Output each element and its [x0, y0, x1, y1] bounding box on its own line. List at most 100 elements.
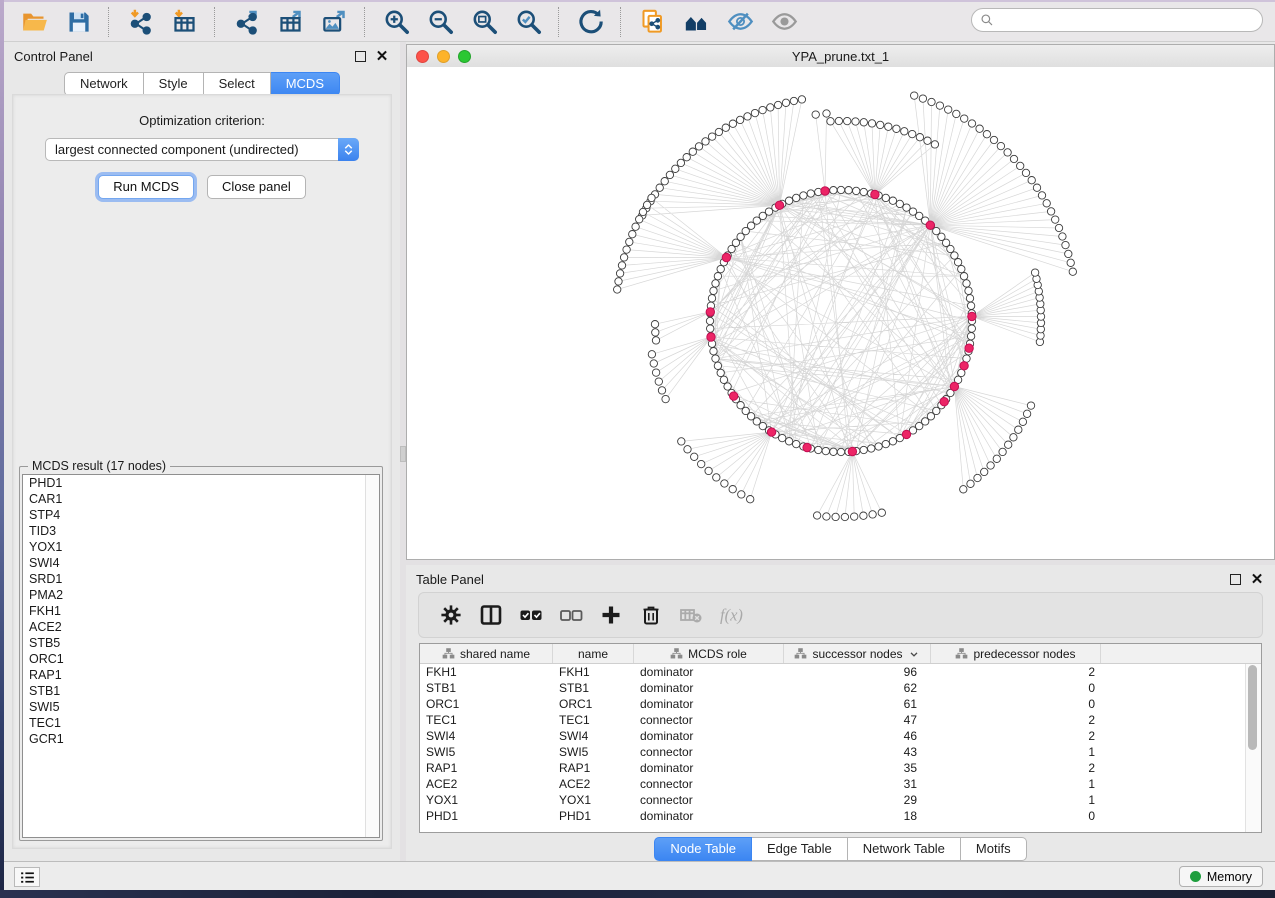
duplicate-network-button[interactable] [631, 5, 673, 39]
mcds-result-item[interactable]: ORC1 [23, 651, 379, 667]
zoom-fit-button[interactable] [463, 5, 505, 39]
import-table-button[interactable] [163, 5, 205, 39]
cell-name: SWI4 [553, 728, 634, 744]
control-panel-header: Control Panel ✕ [4, 42, 400, 70]
optimization-criterion-select[interactable]: largest connected component (undirected) [45, 138, 359, 161]
select-all-button[interactable] [511, 597, 551, 633]
control-panel-close-button[interactable]: ✕ [374, 48, 390, 64]
mcds-result-item[interactable]: STP4 [23, 507, 379, 523]
mcds-result-item[interactable]: STB1 [23, 683, 379, 699]
cell-predecessors: 1 [931, 776, 1101, 792]
network-graph[interactable] [407, 67, 1274, 559]
column-header-role[interactable]: MCDS role [634, 644, 784, 663]
search-box[interactable] [971, 8, 1263, 32]
export-network-button[interactable] [225, 5, 267, 39]
function-builder-button: f(x) [711, 597, 751, 633]
cell-name: SWI5 [553, 744, 634, 760]
table-panel-close-button[interactable]: ✕ [1249, 571, 1265, 587]
mcds-result-item[interactable]: FKH1 [23, 603, 379, 619]
add-column-button[interactable] [591, 597, 631, 633]
close-icon: ✕ [1251, 572, 1264, 587]
table-row[interactable]: ORC1ORC1dominator610 [420, 696, 1261, 712]
table-row[interactable]: ACE2ACE2connector311 [420, 776, 1261, 792]
table-row[interactable]: YOX1YOX1connector291 [420, 792, 1261, 808]
split-view-button[interactable] [471, 597, 511, 633]
desktop-wallpaper-left [0, 0, 4, 898]
column-header-shared_name[interactable]: shared name [420, 644, 553, 663]
table-scrollbar[interactable] [1245, 664, 1261, 832]
cell-name: PHD1 [553, 808, 634, 824]
optimization-criterion-label: Optimization criterion: [13, 113, 391, 128]
tab-mcds[interactable]: MCDS [271, 72, 340, 96]
table-row[interactable]: RAP1RAP1dominator352 [420, 760, 1261, 776]
mcds-result-item[interactable]: PHD1 [23, 475, 379, 491]
table-row[interactable]: TEC1TEC1connector472 [420, 712, 1261, 728]
save-session-button[interactable] [57, 5, 99, 39]
search-input[interactable] [1000, 12, 1254, 28]
control-panel-float-button[interactable] [352, 48, 368, 64]
tab-node-table[interactable]: Node Table [654, 837, 752, 861]
table-scrollbar-thumb[interactable] [1248, 665, 1257, 750]
zoom-fit-icon [471, 8, 498, 35]
mcds-list-scrollbar[interactable] [365, 475, 379, 837]
mcds-result-item[interactable]: CAR1 [23, 491, 379, 507]
cell-role: connector [634, 792, 784, 808]
column-header-predecessors[interactable]: predecessor nodes [931, 644, 1101, 663]
settings-button[interactable] [431, 597, 471, 633]
settings-icon [439, 603, 463, 627]
mcds-result-item[interactable]: SRD1 [23, 571, 379, 587]
tab-style[interactable]: Style [144, 72, 204, 96]
memory-label: Memory [1207, 870, 1252, 884]
mcds-result-item[interactable]: YOX1 [23, 539, 379, 555]
column-header-name[interactable]: name [553, 644, 634, 663]
delete-column-button[interactable] [631, 597, 671, 633]
cell-role: dominator [634, 664, 784, 680]
show-all-button[interactable] [763, 5, 805, 39]
import-network-button[interactable] [119, 5, 161, 39]
refresh-view-button[interactable] [569, 5, 611, 39]
zoom-in-button[interactable] [375, 5, 417, 39]
mcds-result-item[interactable]: STB5 [23, 635, 379, 651]
table-row[interactable]: PHD1PHD1dominator180 [420, 808, 1261, 824]
mcds-result-item[interactable]: TEC1 [23, 715, 379, 731]
table-row[interactable]: SWI4SWI4dominator462 [420, 728, 1261, 744]
cell-predecessors: 1 [931, 744, 1101, 760]
mcds-result-item[interactable]: SWI4 [23, 555, 379, 571]
column-header-successors[interactable]: successor nodes [784, 644, 931, 663]
zoom-out-button[interactable] [419, 5, 461, 39]
cell-successors: 61 [784, 696, 931, 712]
tab-network-table[interactable]: Network Table [848, 837, 961, 861]
cell-successors: 31 [784, 776, 931, 792]
tab-edge-table[interactable]: Edge Table [752, 837, 848, 861]
status-bar: Memory [4, 861, 1275, 891]
tab-motifs[interactable]: Motifs [961, 837, 1027, 861]
cell-name: RAP1 [553, 760, 634, 776]
mcds-result-item[interactable]: GCR1 [23, 731, 379, 747]
mcds-result-item[interactable]: SWI5 [23, 699, 379, 715]
tab-select[interactable]: Select [204, 72, 271, 96]
export-image-button[interactable] [313, 5, 355, 39]
table-row[interactable]: STB1STB1dominator620 [420, 680, 1261, 696]
cell-shared_name: PHD1 [420, 808, 553, 824]
table-row[interactable]: SWI5SWI5connector431 [420, 744, 1261, 760]
open-session-button[interactable] [13, 5, 55, 39]
close-panel-button[interactable]: Close panel [207, 175, 306, 199]
network-canvas[interactable] [407, 67, 1274, 559]
show-panels-button[interactable] [14, 867, 40, 887]
table-row[interactable]: FKH1FKH1dominator962 [420, 664, 1261, 680]
export-table-button[interactable] [269, 5, 311, 39]
run-mcds-button[interactable]: Run MCDS [98, 175, 194, 199]
mcds-result-item[interactable]: ACE2 [23, 619, 379, 635]
hide-selected-button[interactable] [719, 5, 761, 39]
table-panel-float-button[interactable] [1227, 571, 1243, 587]
deselect-all-button[interactable] [551, 597, 591, 633]
selected-criterion: largest connected component (undirected) [46, 142, 338, 157]
mcds-result-item[interactable]: RAP1 [23, 667, 379, 683]
mcds-result-item[interactable]: PMA2 [23, 587, 379, 603]
mcds-result-item[interactable]: TID3 [23, 523, 379, 539]
mcds-result-list[interactable]: PHD1CAR1STP4TID3YOX1SWI4SRD1PMA2FKH1ACE2… [22, 474, 380, 838]
tab-network[interactable]: Network [64, 72, 144, 96]
memory-button[interactable]: Memory [1179, 866, 1263, 887]
first-neighbors-button[interactable] [675, 5, 717, 39]
zoom-selected-button[interactable] [507, 5, 549, 39]
